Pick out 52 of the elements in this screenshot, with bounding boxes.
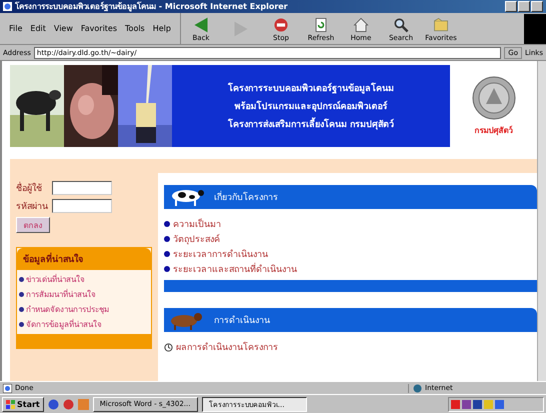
seal-logo: [472, 76, 516, 120]
bullet-icon: [164, 221, 170, 227]
windows-flag-icon: [6, 400, 15, 408]
banner-text: โครงการระบบคอมพิวเตอร์ฐานข้อมูลโคนม: [228, 82, 394, 95]
clock-icon: [164, 342, 173, 352]
banner-text: โครงการส่งเสริมการเลี้ยงโคนม กรมปศุสัตว์: [228, 117, 394, 131]
info-link[interactable]: กำหนดจัดงานการประชุม: [26, 303, 109, 316]
bullet-icon: [164, 266, 170, 272]
bullet-icon: [19, 277, 24, 282]
section-link[interactable]: ระยะเวลาการดำเนินงาน: [173, 247, 268, 261]
close-button[interactable]: [531, 1, 543, 12]
quick-launch-icon[interactable]: [48, 398, 59, 410]
menu-item[interactable]: Edit: [27, 23, 49, 34]
section-title: เกี่ยวกับโครงการ: [214, 190, 278, 204]
start-button[interactable]: Start: [2, 396, 44, 412]
favorites-icon: [432, 16, 450, 34]
section-link[interactable]: ความเป็นมา: [173, 217, 221, 231]
bullet-icon: [164, 236, 170, 242]
panel-title: ข้อมูลที่น่าสนใจ: [17, 248, 151, 270]
info-link[interactable]: จัดการข้อมูลที่น่าสนใจ: [26, 318, 102, 331]
bullet-icon: [19, 322, 24, 327]
section-link[interactable]: ผลการดำเนินงานโครงการ: [176, 340, 278, 354]
stop-icon: [272, 16, 290, 34]
section-link[interactable]: วัตถุประสงค์: [173, 232, 220, 246]
menu-item[interactable]: Help: [150, 23, 174, 34]
banner-text: พร้อมโปรแกรมและอุปกรณ์คอมพิวเตอร์: [234, 100, 388, 113]
menu-item[interactable]: Favorites: [78, 23, 120, 34]
quick-launch-icon[interactable]: [62, 398, 74, 410]
logo-caption: กรมปศุสัตว์: [474, 124, 512, 136]
menu-item[interactable]: File: [6, 23, 26, 34]
menu-item[interactable]: Tools: [122, 23, 148, 34]
browser-icon: [3, 2, 12, 11]
globe-icon: [413, 384, 422, 392]
minimize-button[interactable]: [505, 1, 517, 12]
bullet-icon: [164, 251, 170, 257]
section-link[interactable]: ระยะเวลาและสถานที่ดำเนินงาน: [173, 262, 297, 276]
section-title: การดำเนินงาน: [214, 314, 270, 327]
menu-item[interactable]: View: [50, 23, 76, 34]
info-link[interactable]: ข่าวเด่นที่น่าสนใจ: [26, 273, 85, 286]
username-label: ชื่อผู้ใช้: [16, 181, 50, 195]
username-field[interactable]: [52, 181, 112, 195]
bullet-icon: [19, 292, 24, 297]
info-link[interactable]: การสัมมนาที่น่าสนใจ: [26, 288, 96, 301]
ok-button[interactable]: ตกลง: [16, 217, 50, 233]
home-icon: [352, 16, 370, 34]
window-title: โครงการระบบคอมพิวเตอร์ฐานข้อมูลโคนม - Microsoft Internet Explorer: [15, 0, 288, 13]
bullet-icon: [19, 307, 24, 312]
password-label: รหัสผ่าน: [16, 201, 49, 213]
search-icon: [392, 16, 410, 34]
scrollbar[interactable]: [537, 61, 546, 381]
maximize-button[interactable]: [518, 1, 530, 12]
password-field[interactable]: [52, 199, 112, 213]
